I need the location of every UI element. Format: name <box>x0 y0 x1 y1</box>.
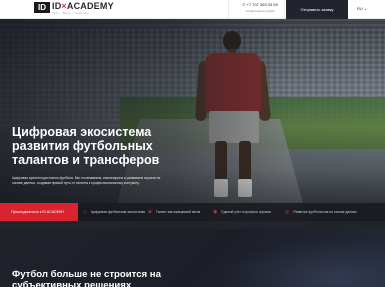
landing-page: ID ID×ACADEMY Тест · Бенч · Скаутинг ✆+7… <box>0 0 385 287</box>
site-header: ID ID×ACADEMY Тест · Бенч · Скаутинг ✆+7… <box>0 0 385 19</box>
logo-wordmark: ID×ACADEMY <box>52 1 114 11</box>
feature-item: ◉ Единый учет и прогресс игроков <box>213 203 271 221</box>
data-icon: ◎ <box>285 209 290 215</box>
logo-part-id: ID <box>52 1 62 11</box>
email-link[interactable]: info@academy.digital <box>238 9 282 13</box>
feature-label: Талант как измеримый актив <box>155 210 201 214</box>
feature-label: Единый учет и прогресс игроков <box>221 210 271 214</box>
logo-part-academy: ACADEMY <box>66 1 114 11</box>
send-request-button[interactable]: Отправить заявку <box>286 0 348 19</box>
contact-block: ✆+7 707 369 33 69 info@academy.digital <box>238 2 282 13</box>
feature-strip: Присоединиться к ID ACADEMY ◇ Цифровая ф… <box>0 203 385 221</box>
feature-label: Цифровая футбольная экосистема <box>90 210 145 214</box>
header-divider <box>228 0 229 19</box>
logo[interactable]: ID ID×ACADEMY Тест · Бенч · Скаутинг <box>34 1 114 16</box>
logo-tagline: Тест · Бенч · Скаутинг <box>52 11 90 15</box>
join-academy-button[interactable]: Присоединиться к ID ACADEMY <box>0 203 78 221</box>
feature-item: ◇ Цифровая футбольная экосистема <box>83 203 145 221</box>
section-glow <box>220 239 385 287</box>
talent-icon: ◈ <box>148 209 152 215</box>
objectivity-section: Футбол больше не строится на субъективны… <box>0 229 385 287</box>
ecosystem-icon: ◇ <box>83 209 87 215</box>
hero-title: Цифровая экосистема развития футбольных … <box>12 125 160 167</box>
progress-icon: ◉ <box>213 209 218 215</box>
feature-item: ◎ Развитие футболистов на основе данных <box>285 203 357 221</box>
phone-number: +7 707 369 33 69 <box>246 2 278 7</box>
hero-description: Цифровая архитектура нового футбола. Мы … <box>12 176 161 185</box>
feature-label: Развитие футболистов на основе данных <box>293 210 357 214</box>
hero-section: Цифровая экосистема развития футбольных … <box>0 19 385 229</box>
phone-icon: ✆ <box>242 2 246 7</box>
header-divider <box>284 0 285 19</box>
feature-item: ◈ Талант как измеримый актив <box>148 203 200 221</box>
section-title: Футбол больше не строится на субъективны… <box>12 269 161 287</box>
language-select[interactable]: RU ⌄ <box>357 6 367 11</box>
phone-link[interactable]: ✆+7 707 369 33 69 <box>238 2 282 7</box>
section-divider <box>0 221 385 229</box>
logo-badge: ID <box>34 2 50 13</box>
